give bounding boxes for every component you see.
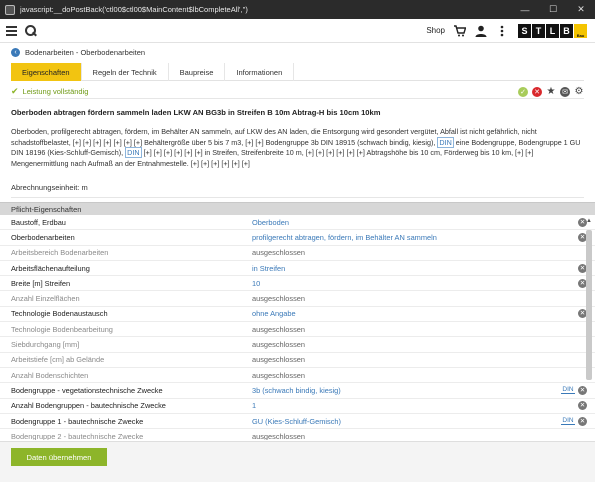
property-value[interactable]: 1: [252, 401, 578, 410]
star-icon[interactable]: ★: [546, 86, 556, 97]
app-toolbar: Shop S T L B Bau: [0, 19, 595, 43]
completion-status: ✔ Leistung vollständig ✓ ✕ ★ ✉ ⚙: [11, 85, 584, 99]
scroll-thumb[interactable]: [586, 230, 592, 380]
property-label: Anzahl Einzelflächen: [11, 294, 80, 304]
property-row[interactable]: Technologie Bodenaustausch ohne Angabe ✕: [0, 307, 595, 323]
property-value: ausgeschlossen: [252, 294, 306, 304]
property-label: Oberbodenarbeiten: [11, 232, 75, 242]
property-value: ausgeschlossen: [252, 355, 306, 365]
breadcrumb-text: Bodenarbeiten - Oberbodenarbeiten: [25, 47, 146, 57]
property-row[interactable]: Baustoff, Erdbau Oberboden ✕: [0, 215, 595, 231]
property-value[interactable]: ohne Angabe: [252, 309, 578, 318]
property-value[interactable]: Oberboden: [252, 218, 578, 227]
property-label: Siebdurchgang [mm]: [11, 340, 80, 350]
tab-baupreise[interactable]: Baupreise: [169, 63, 226, 81]
more-options-icon[interactable]: [496, 25, 508, 37]
tab-bar: Eigenschaften Regeln der Technik Bauprei…: [11, 63, 584, 81]
search-icon[interactable]: [25, 24, 37, 37]
apply-data-button[interactable]: Daten übernehmen: [11, 448, 107, 466]
property-value[interactable]: in Streifen: [252, 264, 578, 273]
property-label: Anzahl Bodengruppen - bautechnische Zwec…: [11, 401, 166, 411]
confirm-icon[interactable]: ✓: [518, 86, 528, 97]
property-value[interactable]: 3b (schwach bindig, kiesig): [252, 386, 561, 395]
menu-icon[interactable]: [6, 24, 17, 38]
properties-table: Pflicht-Eigenschaften Baustoff, Erdbau Ob…: [0, 202, 595, 440]
property-row: Technologie Bodenbearbeitung ausgeschloss…: [0, 322, 595, 338]
close-button[interactable]: ✕: [567, 0, 595, 19]
tab-eigenschaften[interactable]: Eigenschaften: [11, 63, 82, 81]
footer-bar: Daten übernehmen: [0, 441, 595, 482]
window-titlebar: javascript:__doPostBack('ctl00$ctl00$Mai…: [0, 0, 595, 19]
shop-link[interactable]: Shop: [426, 26, 445, 35]
property-label: Arbeitsbereich Bodenarbeiten: [11, 248, 109, 258]
scrollbar[interactable]: ▲: [585, 218, 593, 438]
scroll-up-icon[interactable]: ▲: [585, 218, 593, 226]
property-value: ausgeschlossen: [252, 340, 306, 350]
property-value[interactable]: profilgerecht abtragen, fördern, im Behä…: [252, 233, 578, 242]
action-icons: ✓ ✕ ★ ✉ ⚙: [514, 86, 584, 97]
minimize-button[interactable]: —: [511, 0, 539, 19]
property-label: Technologie Bodenaustausch: [11, 309, 108, 319]
property-value: ausgeschlossen: [252, 370, 306, 380]
property-row[interactable]: Oberbodenarbeiten profilgerecht abtragen,…: [0, 230, 595, 246]
property-row: Siebdurchgang [mm] ausgeschlossen: [0, 337, 595, 353]
stlb-bau-logo: S T L B Bau: [517, 23, 587, 38]
din-link[interactable]: DIN: [561, 386, 575, 395]
property-label: Arbeitstiefe [cm] ab Gelände: [11, 355, 105, 365]
property-label: Bodengruppe 1 - bautechnische Zwecke: [11, 416, 144, 426]
property-row[interactable]: Anzahl Bodengruppen - bautechnische Zwec…: [0, 399, 595, 414]
property-label: Breite [m] Streifen: [11, 278, 71, 288]
property-label: Bodengruppe - vegetationstechnische Zwec…: [11, 385, 163, 395]
property-value[interactable]: 10: [252, 279, 578, 288]
property-row: Bodengruppe 2 - bautechnische Zwecke ausg…: [0, 429, 595, 440]
cart-icon[interactable]: [454, 24, 466, 37]
item-long-text: Oberboden, profilgerecht abtragen, förde…: [11, 127, 581, 168]
property-row: Arbeitsbereich Bodenarbeiten ausgeschloss…: [0, 246, 595, 261]
property-row[interactable]: Bodengruppe 1 - bautechnische Zwecke GU (…: [0, 414, 595, 430]
property-value: ausgeschlossen: [252, 431, 306, 440]
billing-unit: Abrechnungseinheit: m: [11, 183, 88, 192]
property-value[interactable]: GU (Kies-Schluff-Gemisch): [252, 417, 561, 426]
cancel-icon[interactable]: ✕: [532, 86, 542, 97]
table-section-header: Pflicht-Eigenschaften: [0, 202, 595, 215]
user-icon[interactable]: [475, 25, 487, 37]
property-label: Bodengruppe 2 - bautechnische Zwecke: [11, 431, 144, 440]
property-row[interactable]: Bodengruppe - vegetationstechnische Zwec…: [0, 383, 595, 399]
status-text: Leistung vollständig: [22, 87, 89, 96]
item-short-text: Oberboden abtragen fördern sammeln laden…: [11, 108, 381, 117]
divider: [11, 197, 584, 198]
app-icon: [5, 4, 15, 15]
property-rows: Baustoff, Erdbau Oberboden ✕ Oberbodenarbei…: [0, 215, 595, 440]
property-row: Arbeitstiefe [cm] ab Gelände ausgeschloss…: [0, 353, 595, 368]
comment-icon[interactable]: ✉: [560, 86, 570, 97]
din-link[interactable]: DIN: [125, 147, 142, 159]
property-value: ausgeschlossen: [252, 248, 306, 258]
property-label: Arbeitsflächenaufteilung: [11, 263, 90, 273]
gear-icon[interactable]: ⚙: [574, 86, 584, 97]
property-label: Technologie Bodenbearbeitung: [11, 324, 113, 334]
property-label: Baustoff, Erdbau: [11, 217, 66, 227]
breadcrumb: ‹ Bodenarbeiten - Oberbodenarbeiten: [11, 46, 145, 58]
din-link[interactable]: DIN: [561, 417, 575, 425]
property-row: Anzahl Bodenschichten ausgeschlossen: [0, 368, 595, 384]
property-label: Anzahl Bodenschichten: [11, 370, 89, 380]
checkmark-icon: ✔: [11, 86, 19, 96]
window-title: javascript:__doPostBack('ctl00$ctl00$Mai…: [20, 5, 248, 14]
property-row[interactable]: Arbeitsflächenaufteilung in Streifen ✕: [0, 261, 595, 277]
back-arrow-icon[interactable]: ‹: [11, 47, 20, 57]
tab-regeln-der-technik[interactable]: Regeln der Technik: [82, 63, 169, 81]
din-link[interactable]: DIN: [437, 136, 454, 148]
property-value: ausgeschlossen: [252, 324, 306, 334]
maximize-button[interactable]: ☐: [539, 0, 567, 19]
property-row: Anzahl Einzelflächen ausgeschlossen: [0, 291, 595, 307]
property-row[interactable]: Breite [m] Streifen 10 ✕: [0, 276, 595, 292]
tab-informationen[interactable]: Informationen: [225, 63, 295, 81]
